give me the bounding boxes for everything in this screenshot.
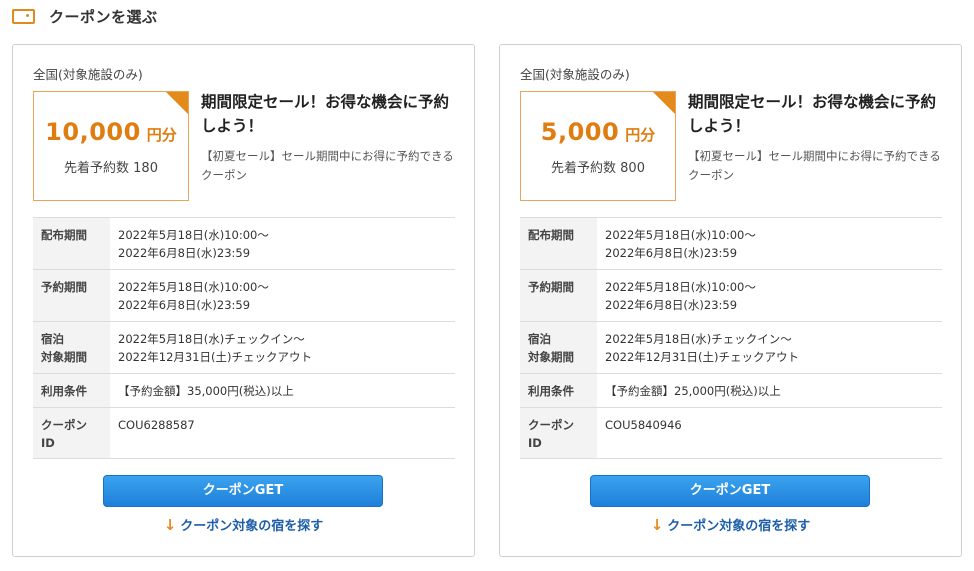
coupon-amount-unit: 円分: [146, 126, 177, 144]
detail-line: 2022年6月8日(水)23:59: [118, 298, 251, 312]
detail-line: 2022年6月8日(水)23:59: [605, 246, 738, 260]
detail-label: 予約期間: [520, 270, 597, 321]
search-hotels-link[interactable]: ↓ クーポン対象の宿を探す: [13, 515, 474, 534]
detail-line: 2022年5月18日(水)10:00～: [605, 280, 756, 294]
detail-row-stay: 宿泊 対象期間 2022年5月18日(水)チェックイン～ 2022年12月31日…: [520, 322, 942, 374]
coupon-amount-box: 5,000 円分 先着予約数 800: [520, 91, 676, 201]
detail-row-distribution: 配布期間 2022年5月18日(水)10:00～ 2022年6月8日(水)23:…: [520, 218, 942, 270]
coupon-description: 【初夏セール】セール期間中にお得に予約できるクーポン: [201, 149, 454, 182]
coupon-amount-value: 5,000: [540, 118, 620, 146]
arrow-down-icon: ↓: [650, 516, 664, 534]
detail-line: 2022年6月8日(水)23:59: [118, 246, 251, 260]
corner-tab-icon: [165, 92, 188, 115]
search-hotels-link[interactable]: ↓ クーポン対象の宿を探す: [500, 515, 961, 534]
detail-row-coupon-id: クーポン ID COU6288587: [33, 408, 455, 459]
coupon-headline: 期間限定セール！お得な機会に予約しよう！: [201, 93, 450, 135]
detail-line: 2022年5月18日(水)10:00～: [118, 228, 269, 242]
coupon-amount-box: 10,000 円分 先着予約数 180: [33, 91, 189, 201]
ticket-icon: [12, 8, 35, 24]
coupon-scope: 全国(対象施設のみ): [520, 67, 630, 82]
detail-line: 2022年5月18日(水)10:00～: [605, 228, 756, 242]
detail-value: COU5840946: [597, 408, 942, 458]
detail-line: 【予約金額】25,000円(税込)以上: [605, 384, 781, 398]
detail-row-conditions: 利用条件 【予約金額】35,000円(税込)以上: [33, 374, 455, 408]
arrow-down-icon: ↓: [163, 516, 177, 534]
coupon-get-button[interactable]: クーポンGET: [590, 475, 870, 507]
coupon-details-table: 配布期間 2022年5月18日(水)10:00～ 2022年6月8日(水)23:…: [520, 217, 942, 459]
section-title: クーポンを選ぶ: [49, 7, 158, 26]
detail-value: 2022年5月18日(水)10:00～ 2022年6月8日(水)23:59: [110, 218, 455, 269]
coupon-amount: 5,000 円分: [521, 118, 675, 146]
coupon-amount-value: 10,000: [45, 118, 141, 146]
detail-line: 2022年6月8日(水)23:59: [605, 298, 738, 312]
detail-value: 2022年5月18日(水)チェックイン～ 2022年12月31日(土)チェックア…: [110, 322, 455, 373]
detail-value: 2022年5月18日(水)10:00～ 2022年6月8日(水)23:59: [597, 218, 942, 269]
search-hotels-link-label: クーポン対象の宿を探す: [180, 519, 324, 534]
section-header: クーポンを選ぶ: [12, 4, 158, 28]
detail-row-booking: 予約期間 2022年5月18日(水)10:00～ 2022年6月8日(水)23:…: [33, 270, 455, 322]
detail-label: クーポン ID: [520, 408, 597, 458]
corner-tab-icon: [652, 92, 675, 115]
detail-row-distribution: 配布期間 2022年5月18日(水)10:00～ 2022年6月8日(水)23:…: [33, 218, 455, 270]
detail-line: 2022年12月31日(土)チェックアウト: [118, 350, 313, 364]
detail-value: 2022年5月18日(水)10:00～ 2022年6月8日(水)23:59: [110, 270, 455, 321]
coupon-card: 全国(対象施設のみ) 10,000 円分 先着予約数 180 期間限定セール！お得…: [12, 44, 475, 557]
detail-line: 2022年5月18日(水)10:00～: [118, 280, 269, 294]
detail-value: COU6288587: [110, 408, 455, 458]
detail-value: 【予約金額】25,000円(税込)以上: [597, 374, 942, 407]
coupon-get-button[interactable]: クーポンGET: [103, 475, 383, 507]
detail-value: 【予約金額】35,000円(税込)以上: [110, 374, 455, 407]
coupon-card: 全国(対象施設のみ) 5,000 円分 先着予約数 800 期間限定セール！お得な…: [499, 44, 962, 557]
detail-label: 宿泊 対象期間: [33, 322, 110, 373]
detail-value: 2022年5月18日(水)チェックイン～ 2022年12月31日(土)チェックア…: [597, 322, 942, 373]
coupon-id: COU5840946: [605, 418, 682, 432]
detail-label: 利用条件: [33, 374, 110, 407]
coupon-scope: 全国(対象施設のみ): [33, 67, 143, 82]
coupon-first-come: 先着予約数 180: [64, 161, 158, 176]
search-hotels-link-label: クーポン対象の宿を探す: [667, 519, 811, 534]
coupon-amount-unit: 円分: [625, 126, 656, 144]
coupon-first-come: 先着予約数 800: [551, 161, 645, 176]
detail-row-booking: 予約期間 2022年5月18日(水)10:00～ 2022年6月8日(水)23:…: [520, 270, 942, 322]
detail-label: クーポン ID: [33, 408, 110, 458]
detail-line: 2022年5月18日(水)チェックイン～: [605, 332, 792, 346]
coupon-details-table: 配布期間 2022年5月18日(水)10:00～ 2022年6月8日(水)23:…: [33, 217, 455, 459]
coupon-headline: 期間限定セール！お得な機会に予約しよう！: [688, 93, 937, 135]
detail-label: 予約期間: [33, 270, 110, 321]
detail-line: 【予約金額】35,000円(税込)以上: [118, 384, 294, 398]
detail-label: 配布期間: [520, 218, 597, 269]
detail-line: 2022年12月31日(土)チェックアウト: [605, 350, 800, 364]
detail-row-stay: 宿泊 対象期間 2022年5月18日(水)チェックイン～ 2022年12月31日…: [33, 322, 455, 374]
detail-row-coupon-id: クーポン ID COU5840946: [520, 408, 942, 459]
detail-row-conditions: 利用条件 【予約金額】25,000円(税込)以上: [520, 374, 942, 408]
detail-label: 配布期間: [33, 218, 110, 269]
detail-label: 利用条件: [520, 374, 597, 407]
detail-label: 宿泊 対象期間: [520, 322, 597, 373]
coupon-amount: 10,000 円分: [34, 118, 188, 146]
detail-value: 2022年5月18日(水)10:00～ 2022年6月8日(水)23:59: [597, 270, 942, 321]
detail-line: 2022年5月18日(水)チェックイン～: [118, 332, 305, 346]
coupon-id: COU6288587: [118, 418, 195, 432]
coupon-description: 【初夏セール】セール期間中にお得に予約できるクーポン: [688, 149, 941, 182]
